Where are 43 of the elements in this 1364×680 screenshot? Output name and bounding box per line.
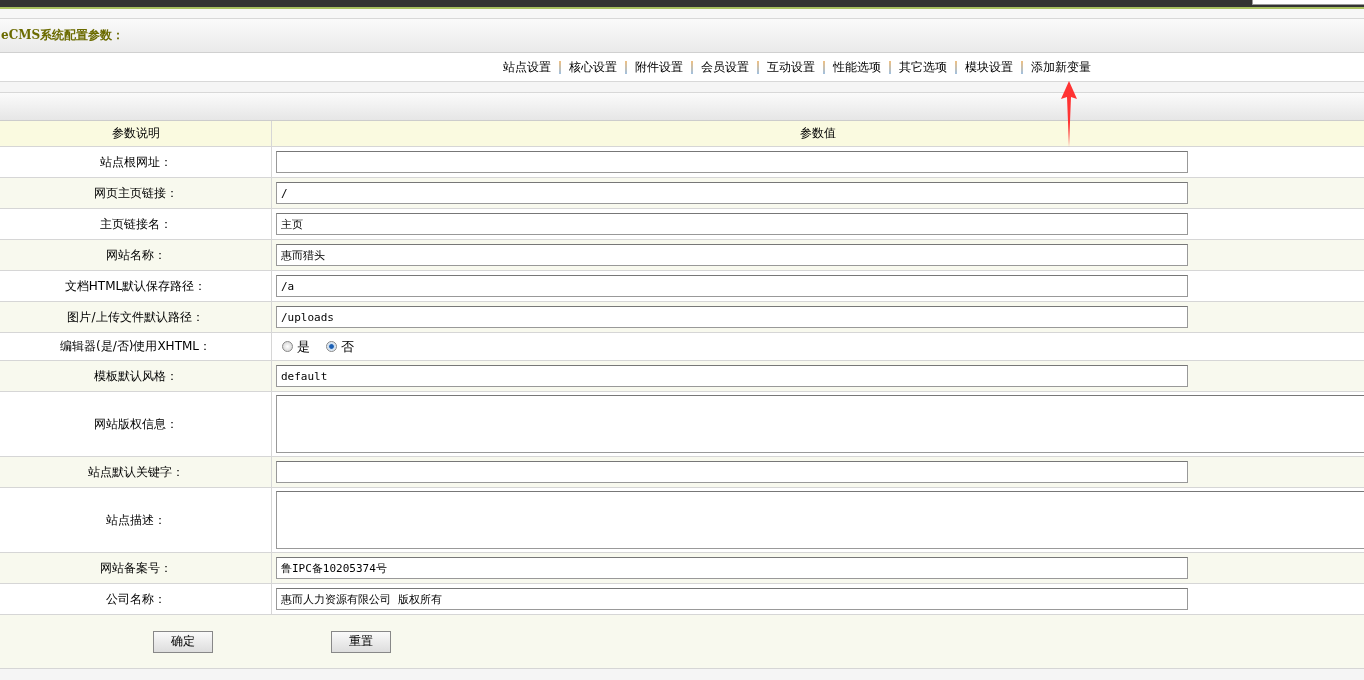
- nav-link[interactable]: 互动设置: [767, 58, 815, 76]
- field-label: 模板默认风格：: [0, 361, 272, 391]
- radio-label: 否: [341, 337, 354, 356]
- input-field[interactable]: /a: [276, 275, 1188, 297]
- form-button[interactable]: 重置: [331, 630, 391, 653]
- field-label: 文档HTML默认保存路径：: [0, 271, 272, 301]
- field-label: 网页主页链接：: [0, 178, 272, 208]
- text-area[interactable]: [276, 491, 1364, 549]
- radio-button[interactable]: [282, 341, 293, 352]
- radio-label: 是: [297, 337, 310, 356]
- field-label: 网站名称：: [0, 240, 272, 270]
- input-field[interactable]: [276, 461, 1188, 483]
- field-label: 主页链接名：: [0, 209, 272, 239]
- field-label: 站点描述：: [0, 488, 272, 552]
- column-header: 参数说明: [0, 121, 272, 146]
- nav-link[interactable]: 模块设置: [965, 58, 1013, 76]
- input-field[interactable]: 鲁IPC备10205374号: [276, 557, 1188, 579]
- nav-link[interactable]: 附件设置: [635, 58, 683, 76]
- input-field[interactable]: /uploads: [276, 306, 1188, 328]
- input-field[interactable]: [276, 151, 1188, 173]
- field-label: 公司名称：: [0, 584, 272, 614]
- field-label: 站点根网址：: [0, 147, 272, 177]
- input-field[interactable]: default: [276, 365, 1188, 387]
- nav-link[interactable]: 站点设置: [503, 58, 551, 76]
- form-button[interactable]: 确定: [153, 630, 213, 653]
- nav-link[interactable]: 核心设置: [569, 58, 617, 76]
- field-label: 图片/上传文件默认路径：: [0, 302, 272, 332]
- page-title: eCMS系统配置参数：: [1, 27, 125, 44]
- nav-link[interactable]: 其它选项: [899, 58, 947, 76]
- nav-link[interactable]: 添加新变量: [1031, 58, 1091, 76]
- nav-link[interactable]: 性能选项: [833, 58, 881, 76]
- input-field[interactable]: 主页: [276, 213, 1188, 235]
- input-field[interactable]: 惠而猎头: [276, 244, 1188, 266]
- nav-link[interactable]: 会员设置: [701, 58, 749, 76]
- radio-button[interactable]: [326, 341, 337, 352]
- field-label: 网站备案号：: [0, 553, 272, 583]
- input-field[interactable]: /: [276, 182, 1188, 204]
- field-label: 站点默认关键字：: [0, 457, 272, 487]
- input-field[interactable]: 惠而人力资源有限公司 版权所有: [276, 588, 1188, 610]
- field-label: 编辑器(是/否)使用XHTML：: [0, 333, 272, 360]
- column-header: 参数值: [799, 125, 837, 142]
- field-label: 网站版权信息：: [0, 392, 272, 456]
- text-area[interactable]: [276, 395, 1364, 453]
